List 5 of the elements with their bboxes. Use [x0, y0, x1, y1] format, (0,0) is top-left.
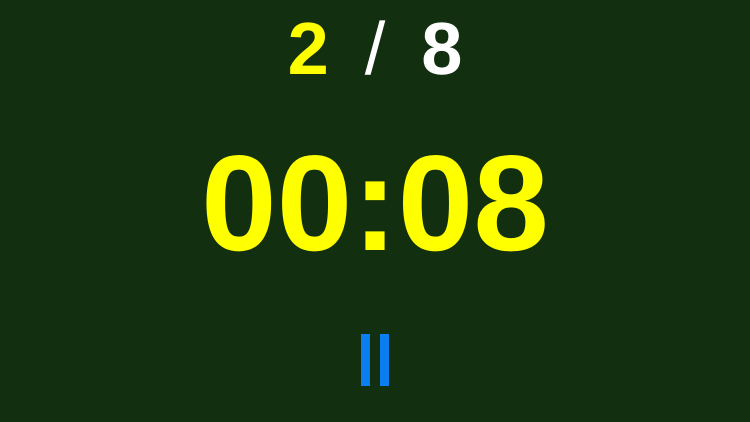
current-round: 2 [288, 6, 329, 92]
separator: / [364, 6, 386, 92]
total-rounds: 8 [421, 6, 462, 92]
timer-display: 00:08 [201, 128, 549, 278]
pause-icon [360, 334, 390, 386]
